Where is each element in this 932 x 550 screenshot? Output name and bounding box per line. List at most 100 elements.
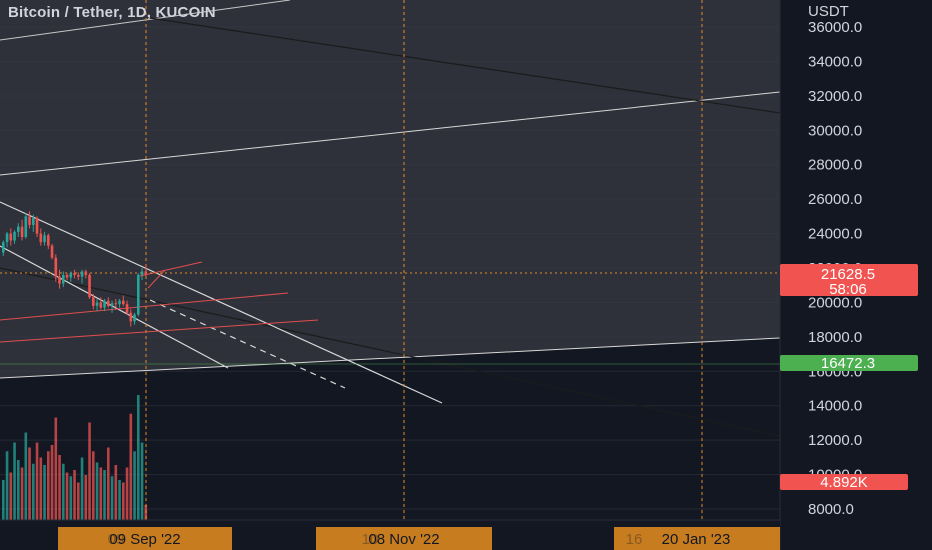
y-tick-label: 26000.0	[808, 191, 862, 208]
volume-bar	[103, 470, 106, 520]
candle-body	[114, 303, 118, 305]
volume-bar	[5, 451, 9, 520]
candle-body	[95, 302, 99, 306]
volume-bar	[39, 457, 43, 520]
volume-bar	[99, 467, 103, 520]
chart-root[interactable]: USDT 36000.0 34000.0 32000.0 30000.0 28000.0…	[0, 0, 932, 550]
candle-body	[54, 257, 58, 277]
volume-bar	[43, 465, 46, 520]
volume-bar	[62, 463, 65, 520]
volume-bar	[95, 462, 99, 520]
volume-bar	[35, 442, 39, 520]
y-tick-label: 14000.0	[808, 398, 862, 415]
volume-bar	[84, 475, 88, 520]
candle-body	[50, 245, 54, 258]
candle-body	[88, 274, 91, 298]
candle-body	[69, 273, 73, 278]
volume-bar	[20, 467, 24, 520]
candle-body	[137, 274, 140, 315]
candle-body	[122, 300, 125, 305]
candle-body	[62, 274, 65, 284]
y-tick-label: 32000.0	[808, 88, 862, 105]
volume-bar	[32, 463, 35, 520]
date-overlay-3-text: 16	[626, 531, 643, 548]
volume-bar	[88, 422, 91, 520]
volume-bar	[118, 480, 121, 520]
candle-body	[20, 226, 24, 238]
date-overlay-1-text: 09	[108, 531, 125, 548]
volume-bar	[122, 482, 125, 520]
level-badge-value: 16472.3	[821, 355, 875, 372]
volume-badge: 4.892K	[780, 474, 908, 491]
candle-body	[80, 271, 84, 277]
volume-bar	[54, 417, 58, 520]
date-label-3-text: 20 Jan '23	[662, 531, 731, 548]
price-chart[interactable]: USDT 36000.0 34000.0 32000.0 30000.0 28000.0…	[0, 0, 932, 550]
candle-body	[47, 235, 50, 246]
y-tick-label: 36000.0	[808, 19, 862, 36]
candle-body	[2, 242, 5, 253]
currency-label: USDT	[808, 3, 849, 20]
volume-bar	[140, 442, 144, 520]
candle-body	[39, 233, 43, 243]
candle-body	[125, 304, 129, 313]
date-label-2-text: 08 Nov '22	[368, 531, 439, 548]
candle-body	[99, 302, 103, 308]
volume-bar	[47, 451, 50, 520]
candle-body	[24, 216, 28, 238]
volume-bar	[69, 476, 73, 520]
candle-body	[73, 273, 76, 275]
volume-bar	[107, 447, 110, 520]
volume-bar	[13, 442, 16, 520]
volume-bar	[110, 476, 114, 520]
symbol-title: Bitcoin / Tether, 1D, KUCOIN	[8, 4, 216, 21]
candle-body	[65, 274, 69, 278]
candle-body	[129, 312, 133, 322]
candle-body	[103, 300, 106, 308]
candle-body	[17, 226, 20, 232]
volume-bar	[24, 432, 28, 520]
volume-badge-value: 4.892K	[820, 474, 868, 491]
y-tick-label: 34000.0	[808, 53, 862, 70]
volume-bar	[125, 467, 129, 520]
candle-body	[28, 216, 31, 225]
channel-shade	[0, 0, 780, 378]
volume-bar	[17, 460, 20, 520]
candle-body	[77, 274, 80, 277]
price-badge: 21628.5 58:06	[780, 264, 918, 298]
y-tick-label: 24000.0	[808, 226, 862, 243]
volume-bar	[77, 482, 80, 520]
level-badge: 16472.3	[780, 355, 918, 372]
candle-body	[32, 218, 35, 225]
y-tick-label: 28000.0	[808, 157, 862, 174]
candle-body	[13, 231, 16, 241]
candle-body	[43, 235, 46, 243]
candle-body	[144, 271, 148, 275]
volume-bar	[137, 395, 140, 520]
candle-body	[107, 300, 110, 306]
volume-bar	[114, 465, 118, 520]
candle-body	[140, 271, 144, 275]
date-label-3: 20 Jan '23 16	[614, 527, 780, 550]
y-tick-label: 12000.0	[808, 432, 862, 449]
candle-body	[84, 271, 88, 275]
candle-body	[92, 297, 95, 306]
candle-body	[9, 233, 13, 241]
candle-body	[118, 300, 121, 305]
volume-bar	[50, 445, 54, 520]
volume-bar	[2, 480, 5, 520]
candle-body	[35, 218, 39, 234]
y-tick-label: 8000.0	[808, 501, 854, 518]
volume-bar	[58, 455, 61, 520]
price-badge-countdown: 58:06	[829, 281, 867, 298]
volume-bar	[28, 447, 31, 520]
volume-bar	[9, 472, 13, 520]
candle-body	[110, 303, 114, 306]
candle-body	[58, 276, 61, 284]
y-tick-label: 18000.0	[808, 329, 862, 346]
y-tick-label: 30000.0	[808, 122, 862, 139]
date-overlay-2-text: 10	[362, 531, 379, 548]
volume-bar	[133, 451, 136, 520]
date-label-2: 08 Nov '22 10	[316, 527, 492, 550]
volume-bar	[80, 457, 84, 520]
